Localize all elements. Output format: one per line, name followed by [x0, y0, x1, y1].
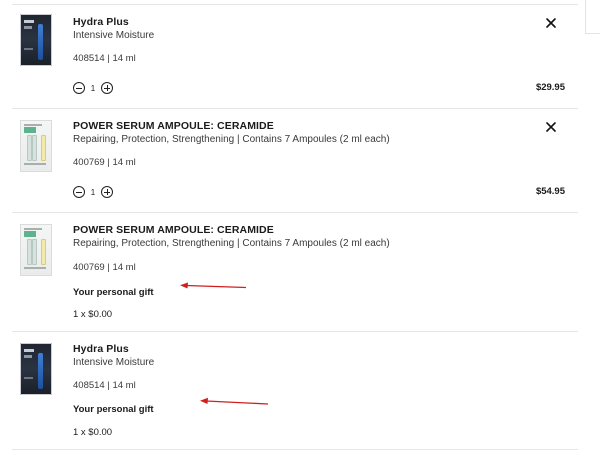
plus-circle-icon[interactable]: [101, 82, 113, 94]
product-sku-size: 400769 | 14 ml: [73, 157, 136, 168]
product-sku-size: 400769 | 14 ml: [73, 262, 136, 273]
product-image[interactable]: [20, 14, 52, 66]
product-sku-size: 408514 | 14 ml: [73, 380, 136, 391]
quantity-stepper: 1: [73, 81, 113, 95]
minus-circle-icon[interactable]: [73, 82, 85, 94]
gift-quantity-price: 1 x $0.00: [73, 427, 113, 438]
product-subtitle: Repairing, Protection, Strengthening | C…: [73, 238, 390, 249]
item-price: $54.95: [535, 186, 565, 197]
close-icon[interactable]: [544, 16, 558, 30]
gift-quantity-price: 1 x $0.00: [73, 309, 113, 320]
quantity-value: 1: [90, 83, 96, 93]
close-icon[interactable]: [544, 120, 558, 134]
cart-item: POWER SERUM AMPOULE: CERAMIDE Repairing,…: [0, 108, 585, 212]
product-title[interactable]: Hydra Plus: [73, 343, 129, 355]
item-price: $29.95: [535, 82, 565, 93]
cart-page: Hydra Plus Intensive Moisture 408514 | 1…: [0, 0, 600, 453]
red-arrow-icon: [200, 397, 269, 405]
product-title[interactable]: POWER SERUM AMPOULE: CERAMIDE: [73, 224, 274, 236]
product-subtitle: Repairing, Protection, Strengthening | C…: [73, 134, 390, 145]
quantity-value: 1: [90, 187, 96, 197]
product-image[interactable]: [20, 224, 52, 276]
product-subtitle: Intensive Moisture: [73, 357, 155, 368]
cart-item-gift: POWER SERUM AMPOULE: CERAMIDE Repairing,…: [0, 212, 585, 331]
product-title[interactable]: POWER SERUM AMPOULE: CERAMIDE: [73, 120, 274, 132]
product-image[interactable]: [20, 120, 52, 172]
quantity-stepper: 1: [73, 185, 113, 199]
gift-label: Your personal gift: [73, 287, 154, 298]
cart-item-gift: Hydra Plus Intensive Moisture 408514 | 1…: [0, 331, 585, 449]
plus-circle-icon[interactable]: [101, 186, 113, 198]
red-arrow-icon: [180, 282, 247, 289]
cart-item: Hydra Plus Intensive Moisture 408514 | 1…: [0, 0, 585, 108]
gift-label: Your personal gift: [73, 404, 154, 415]
product-title[interactable]: Hydra Plus: [73, 16, 129, 28]
product-sku-size: 408514 | 14 ml: [73, 53, 136, 64]
product-image[interactable]: [20, 343, 52, 395]
minus-circle-icon[interactable]: [73, 186, 85, 198]
product-subtitle: Intensive Moisture: [73, 30, 155, 41]
side-panel-edge: [585, 0, 600, 34]
divider: [12, 449, 578, 450]
